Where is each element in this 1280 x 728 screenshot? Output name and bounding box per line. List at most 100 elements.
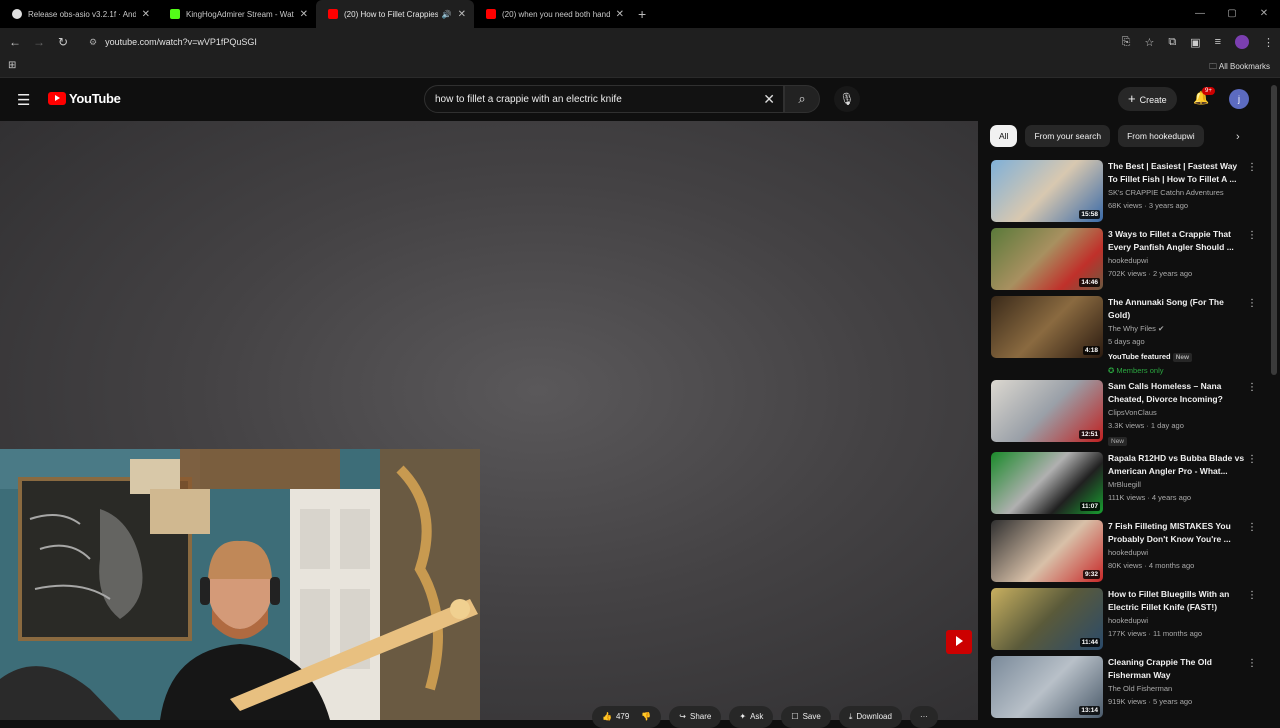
channel-name[interactable]: The Old Fisherman xyxy=(1108,684,1246,693)
thumbs-down-icon[interactable]: 👎 xyxy=(641,706,651,728)
extensions-icon[interactable]: ⧉ xyxy=(1168,36,1176,49)
all-bookmarks-button[interactable]: 🗀 All Bookmarks xyxy=(1209,61,1270,75)
search-button[interactable]: ⌕ xyxy=(784,85,820,113)
share-button[interactable]: ↪ Share xyxy=(669,706,722,728)
clear-search-icon[interactable]: ✕ xyxy=(763,91,775,108)
channel-name[interactable]: hookedupwi xyxy=(1108,616,1246,625)
new-tab-icon[interactable]: + xyxy=(638,6,646,22)
speaker-icon[interactable]: 🔊 xyxy=(442,10,452,19)
close-tab-icon[interactable]: ✕ xyxy=(300,9,308,20)
members-icon: ✪ xyxy=(1108,366,1115,375)
video-thumbnail[interactable]: 11:44 xyxy=(991,588,1103,650)
channel-name[interactable]: MrBluegill xyxy=(1108,480,1246,489)
list-item[interactable]: 14:46 3 Ways to Fillet a Crappie That Ev… xyxy=(991,228,1263,296)
close-window-icon[interactable]: ✕ xyxy=(1248,0,1280,28)
video-title[interactable]: How to Fillet Bluegills With an Electric… xyxy=(1108,588,1246,614)
create-button[interactable]: + Create xyxy=(1118,87,1177,111)
avatar[interactable]: j xyxy=(1229,89,1249,109)
video-title[interactable]: 7 Fish Filleting MISTAKES You Probably D… xyxy=(1108,520,1246,546)
browser-tab[interactable]: (20) when you need both hand ✕ xyxy=(474,0,632,28)
duration-badge: 11:44 xyxy=(1079,638,1100,647)
hamburger-menu-icon[interactable]: ☰ xyxy=(17,91,30,109)
more-options-icon[interactable]: ⋮ xyxy=(1247,590,1257,601)
sidebar-scrollbar[interactable] xyxy=(1271,85,1277,375)
browser-tab[interactable]: KingHogAdmirer Stream - Wat ✕ xyxy=(158,0,316,28)
share-label: Share xyxy=(690,712,712,721)
close-tab-icon[interactable]: ✕ xyxy=(142,9,150,20)
media-control-icon[interactable]: ≡ xyxy=(1215,36,1221,48)
video-thumbnail[interactable]: 13:14 xyxy=(991,656,1103,718)
video-title[interactable]: Sam Calls Homeless – Nana Cheated, Divor… xyxy=(1108,380,1246,406)
close-tab-icon[interactable]: ✕ xyxy=(616,9,624,20)
channel-name[interactable]: The Why Files ✔ xyxy=(1108,324,1246,333)
all-bookmarks-label: All Bookmarks xyxy=(1218,62,1270,71)
list-item[interactable]: 12:51 Sam Calls Homeless – Nana Cheated,… xyxy=(991,380,1263,452)
back-icon[interactable]: ← xyxy=(3,35,27,49)
more-actions-button[interactable]: ··· xyxy=(909,706,938,728)
list-item[interactable]: 15:58 The Best | Easiest | Fastest Way T… xyxy=(991,160,1263,228)
menu-kebab-icon[interactable]: ⋮ xyxy=(1263,36,1274,49)
minimize-icon[interactable]: — xyxy=(1184,0,1216,28)
list-item[interactable]: 4:18 The Annunaki Song (For The Gold) Th… xyxy=(991,296,1263,380)
list-item[interactable]: 9:32 7 Fish Filleting MISTAKES You Proba… xyxy=(991,520,1263,588)
channel-name[interactable]: hookedupwi xyxy=(1108,256,1246,265)
window-controls: — ▢ ✕ xyxy=(1184,0,1280,28)
maximize-icon[interactable]: ▢ xyxy=(1216,0,1248,28)
youtube-header: ☰ YouTube how to fillet a crappie with a… xyxy=(0,79,1280,121)
video-thumbnail[interactable]: 9:32 xyxy=(991,520,1103,582)
chip-from-search[interactable]: From your search xyxy=(1025,125,1111,147)
chevron-right-icon[interactable]: › xyxy=(1236,131,1240,143)
view-count: 68K views · 3 years ago xyxy=(1108,201,1189,210)
install-app-icon[interactable]: ⎘ xyxy=(1122,36,1131,49)
browser-tab-active[interactable]: (20) How to Fillet Crappies 🔊 ✕ xyxy=(316,0,474,28)
list-item[interactable]: 11:07 Rapala R12HD vs Bubba Blade vs Ame… xyxy=(991,452,1263,520)
chip-from-channel[interactable]: From hookedupwi xyxy=(1118,125,1204,147)
channel-name[interactable]: SK's CRAPPIE Catchn Adventures xyxy=(1108,188,1246,197)
video-title[interactable]: The Best | Easiest | Fastest Way To Fill… xyxy=(1108,160,1246,186)
save-button[interactable]: ☐ Save xyxy=(781,706,831,728)
close-tab-icon[interactable]: ✕ xyxy=(458,9,466,20)
more-options-icon[interactable]: ⋮ xyxy=(1247,454,1257,465)
more-options-icon[interactable]: ⋮ xyxy=(1247,658,1257,669)
more-options-icon[interactable]: ⋮ xyxy=(1247,382,1257,393)
profile-avatar[interactable] xyxy=(1235,35,1249,49)
video-title[interactable]: 3 Ways to Fillet a Crappie That Every Pa… xyxy=(1108,228,1246,254)
more-options-icon[interactable]: ⋮ xyxy=(1247,162,1257,173)
cast-icon[interactable]: ▣ xyxy=(1190,36,1200,49)
more-options-icon[interactable]: ⋮ xyxy=(1247,298,1257,309)
download-button[interactable]: ⤓ Download xyxy=(838,706,902,728)
channel-name[interactable]: ClipsVonClaus xyxy=(1108,408,1246,417)
new-badge: New xyxy=(1172,353,1193,362)
site-info-icon[interactable]: ⚙ xyxy=(89,37,97,48)
video-thumbnail[interactable]: 11:07 xyxy=(991,452,1103,514)
duration-badge: 12:51 xyxy=(1079,430,1100,439)
video-thumbnail[interactable]: 12:51 xyxy=(991,380,1103,442)
video-thumbnail[interactable]: 15:58 xyxy=(991,160,1103,222)
youtube-logo[interactable]: YouTube xyxy=(48,91,121,106)
list-item[interactable]: 11:44 How to Fillet Bluegills With an El… xyxy=(991,588,1263,656)
url-input[interactable]: ⚙ youtube.com/watch?v=wVP1fPQuSGI xyxy=(81,31,1081,53)
browser-tab[interactable]: Release obs-asio v3.2.1f · Ande ✕ xyxy=(0,0,158,28)
like-button[interactable]: 👍 479 👎 xyxy=(592,706,662,728)
subscribe-watermark[interactable] xyxy=(946,630,972,654)
video-thumbnail[interactable]: 4:18 xyxy=(991,296,1103,358)
bookmark-star-icon[interactable]: ☆ xyxy=(1144,36,1154,49)
video-title[interactable]: Cleaning Crappie The Old Fisherman Way xyxy=(1108,656,1246,682)
channel-name[interactable]: hookedupwi xyxy=(1108,548,1246,557)
ask-button[interactable]: ✦ Ask xyxy=(729,706,774,728)
more-options-icon[interactable]: ⋮ xyxy=(1247,230,1257,241)
chip-all[interactable]: All xyxy=(990,125,1018,147)
reload-icon[interactable]: ↻ xyxy=(51,35,75,49)
video-thumbnail[interactable]: 14:46 xyxy=(991,228,1103,290)
voice-search-icon[interactable]: 🎙 xyxy=(834,86,860,112)
list-item[interactable]: 13:14 Cleaning Crappie The Old Fisherman… xyxy=(991,656,1263,724)
forward-icon[interactable]: → xyxy=(27,35,51,49)
video-title[interactable]: Rapala R12HD vs Bubba Blade vs American … xyxy=(1108,452,1246,478)
video-title[interactable]: The Annunaki Song (For The Gold) xyxy=(1108,296,1246,322)
search-input[interactable]: how to fillet a crappie with an electric… xyxy=(424,85,784,113)
sparkle-icon: ✦ xyxy=(739,712,747,721)
notifications-icon[interactable]: 🔔 9+ xyxy=(1193,87,1215,106)
youtube-icon xyxy=(486,9,496,19)
apps-grid-icon[interactable]: ⊞ xyxy=(8,60,16,71)
more-options-icon[interactable]: ⋮ xyxy=(1247,522,1257,533)
